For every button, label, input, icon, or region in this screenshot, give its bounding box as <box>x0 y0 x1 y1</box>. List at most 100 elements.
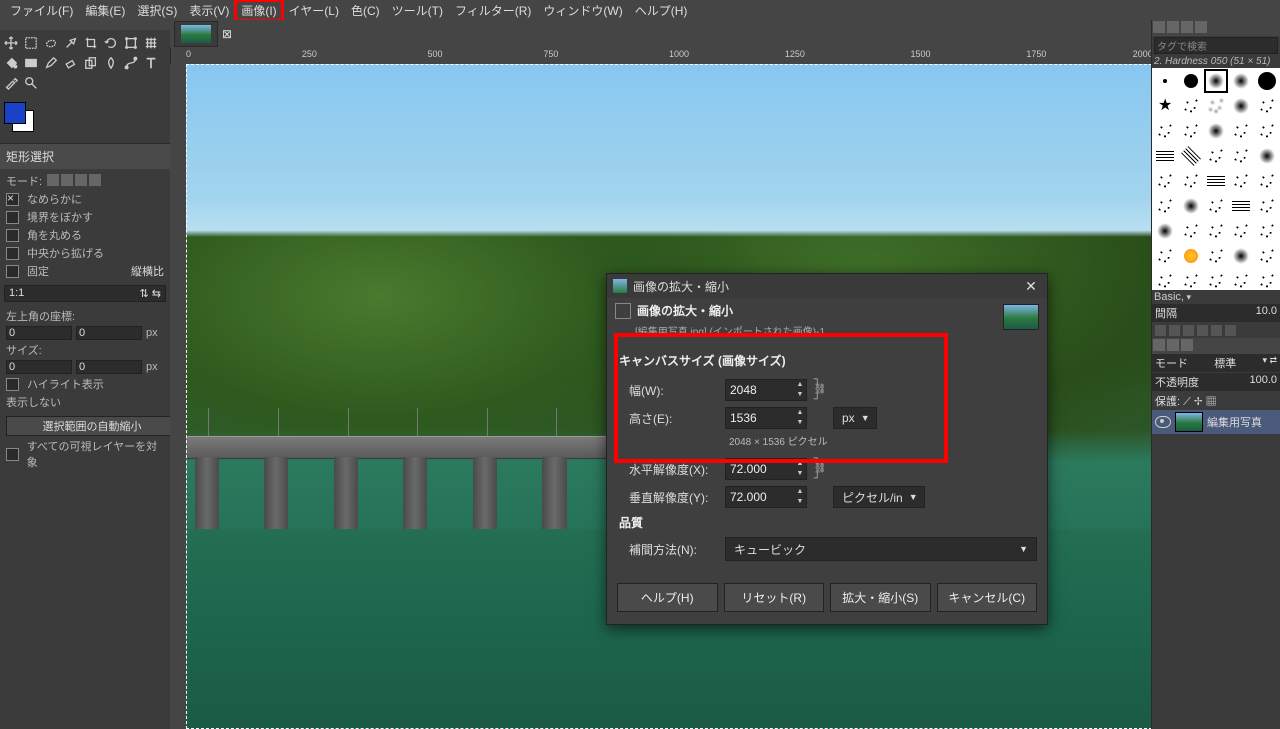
brush-item[interactable] <box>1153 69 1177 93</box>
dialog-titlebar[interactable]: 画像の拡大・縮小 ✕ <box>607 274 1047 298</box>
brush-item[interactable] <box>1178 244 1202 268</box>
brush-item[interactable] <box>1178 219 1202 243</box>
size-h-field[interactable] <box>76 360 142 374</box>
res-unit-dropdown[interactable]: ピクセル/in▼ <box>833 486 925 508</box>
fixed-checkbox[interactable] <box>6 265 19 278</box>
brush-item[interactable] <box>1178 144 1202 168</box>
brush-edit-icon[interactable] <box>1155 325 1166 336</box>
highlight-checkbox[interactable] <box>6 378 19 391</box>
lock-pixels-icon[interactable]: ⟋ <box>1183 396 1191 408</box>
tab-close-icon[interactable]: ⊠ <box>222 27 232 41</box>
width-up-icon[interactable]: ▲ <box>794 380 806 390</box>
antialias-checkbox[interactable] <box>6 193 19 206</box>
menu-view[interactable]: 表示(V) <box>183 0 235 21</box>
lock-alpha-icon[interactable]: ▦ <box>1206 396 1217 408</box>
brush-item[interactable] <box>1153 219 1177 243</box>
brush-open-icon[interactable] <box>1225 325 1236 336</box>
menu-select[interactable]: 選択(S) <box>131 0 183 21</box>
spacing-value[interactable]: 10.0 <box>1256 305 1277 321</box>
brush-item[interactable] <box>1178 169 1202 193</box>
visibility-icon[interactable] <box>1155 416 1171 428</box>
tool-move-icon[interactable] <box>2 34 20 52</box>
tool-path-icon[interactable] <box>122 54 140 72</box>
height-input[interactable] <box>726 411 794 425</box>
mode-add-icon[interactable] <box>61 174 73 186</box>
tool-warp-icon[interactable] <box>142 34 160 52</box>
channels-tab-icon[interactable] <box>1167 339 1179 351</box>
mode-intersect-icon[interactable] <box>89 174 101 186</box>
round-checkbox[interactable] <box>6 229 19 242</box>
pos-unit[interactable]: px <box>146 327 158 339</box>
brush-item[interactable] <box>1255 269 1279 290</box>
brush-item[interactable]: ★ <box>1153 94 1177 118</box>
lock-position-icon[interactable]: ✢ <box>1194 396 1203 408</box>
brush-item[interactable] <box>1204 94 1228 118</box>
menu-image[interactable]: 画像(I) <box>235 0 282 21</box>
link-res-icon[interactable]: ┐⛓┘ <box>813 454 827 484</box>
fg-color[interactable] <box>4 102 26 124</box>
brush-item[interactable] <box>1204 69 1228 93</box>
brushes-tab-icon[interactable] <box>1153 21 1165 33</box>
brush-item[interactable] <box>1229 119 1253 143</box>
brush-item[interactable] <box>1229 219 1253 243</box>
brush-category-dropdown[interactable]: Basic, <box>1154 291 1191 303</box>
brush-item[interactable] <box>1204 169 1228 193</box>
scale-button[interactable]: 拡大・縮小(S) <box>830 583 931 612</box>
brush-item[interactable] <box>1178 269 1202 290</box>
brush-item[interactable] <box>1229 94 1253 118</box>
tool-free-select-icon[interactable] <box>42 34 60 52</box>
patterns-tab-icon[interactable] <box>1167 21 1179 33</box>
brush-item[interactable] <box>1229 194 1253 218</box>
menu-window[interactable]: ウィンドウ(W) <box>537 0 628 21</box>
menu-layer[interactable]: イヤー(L) <box>283 0 345 21</box>
brush-item[interactable] <box>1229 169 1253 193</box>
brush-item[interactable] <box>1204 119 1228 143</box>
menu-filters[interactable]: フィルター(R) <box>449 0 537 21</box>
brush-item[interactable] <box>1204 144 1228 168</box>
vres-input[interactable] <box>726 490 794 504</box>
width-down-icon[interactable]: ▼ <box>794 390 806 400</box>
menu-file[interactable]: ファイル(F) <box>4 0 79 21</box>
size-unit[interactable]: px <box>146 361 158 373</box>
height-up-icon[interactable]: ▲ <box>794 408 806 418</box>
document-tab[interactable] <box>174 21 218 47</box>
brush-item[interactable] <box>1229 244 1253 268</box>
tool-pencil-icon[interactable] <box>42 54 60 72</box>
brush-item[interactable] <box>1204 219 1228 243</box>
brush-dup-icon[interactable] <box>1183 325 1194 336</box>
blend-mode-value[interactable]: 標準 <box>1214 355 1236 371</box>
brush-item[interactable] <box>1255 144 1279 168</box>
tool-eraser-icon[interactable] <box>62 54 80 72</box>
tool-clone-icon[interactable] <box>82 54 100 72</box>
reset-button[interactable]: リセット(R) <box>724 583 825 612</box>
brush-item[interactable] <box>1153 244 1177 268</box>
interp-dropdown[interactable]: キュービック▼ <box>725 537 1037 561</box>
tool-smudge-icon[interactable] <box>102 54 120 72</box>
size-w-field[interactable] <box>6 360 72 374</box>
tool-bucket-icon[interactable] <box>2 54 20 72</box>
hres-up-icon[interactable]: ▲ <box>794 459 806 469</box>
dim-unit-dropdown[interactable]: px▼ <box>833 407 877 429</box>
menu-colors[interactable]: 色(C) <box>345 0 386 21</box>
close-icon[interactable]: ✕ <box>1021 276 1041 296</box>
tool-transform-icon[interactable] <box>122 34 140 52</box>
menu-help[interactable]: ヘルプ(H) <box>629 0 694 21</box>
width-input[interactable] <box>726 383 794 397</box>
pos-x-field[interactable] <box>6 326 72 340</box>
layer-row[interactable]: 編集用写真 <box>1152 410 1280 434</box>
brush-item[interactable] <box>1204 194 1228 218</box>
auto-shrink-button[interactable]: 選択範囲の自動縮小 <box>6 416 178 436</box>
layers-tab-icon[interactable] <box>1153 339 1165 351</box>
brush-item[interactable] <box>1153 119 1177 143</box>
pos-y-field[interactable] <box>76 326 142 340</box>
history-tab-icon[interactable] <box>1195 21 1207 33</box>
tool-picker-icon[interactable] <box>2 74 20 92</box>
brush-item[interactable] <box>1255 219 1279 243</box>
color-swatch[interactable] <box>4 102 44 137</box>
brush-search-input[interactable]: タグで検索 <box>1154 37 1278 54</box>
tool-text-icon[interactable] <box>142 54 160 72</box>
fixed-value[interactable]: 縦横比 <box>131 263 164 279</box>
brush-item[interactable] <box>1153 144 1177 168</box>
brush-item[interactable] <box>1153 269 1177 290</box>
mode-sub-icon[interactable] <box>75 174 87 186</box>
